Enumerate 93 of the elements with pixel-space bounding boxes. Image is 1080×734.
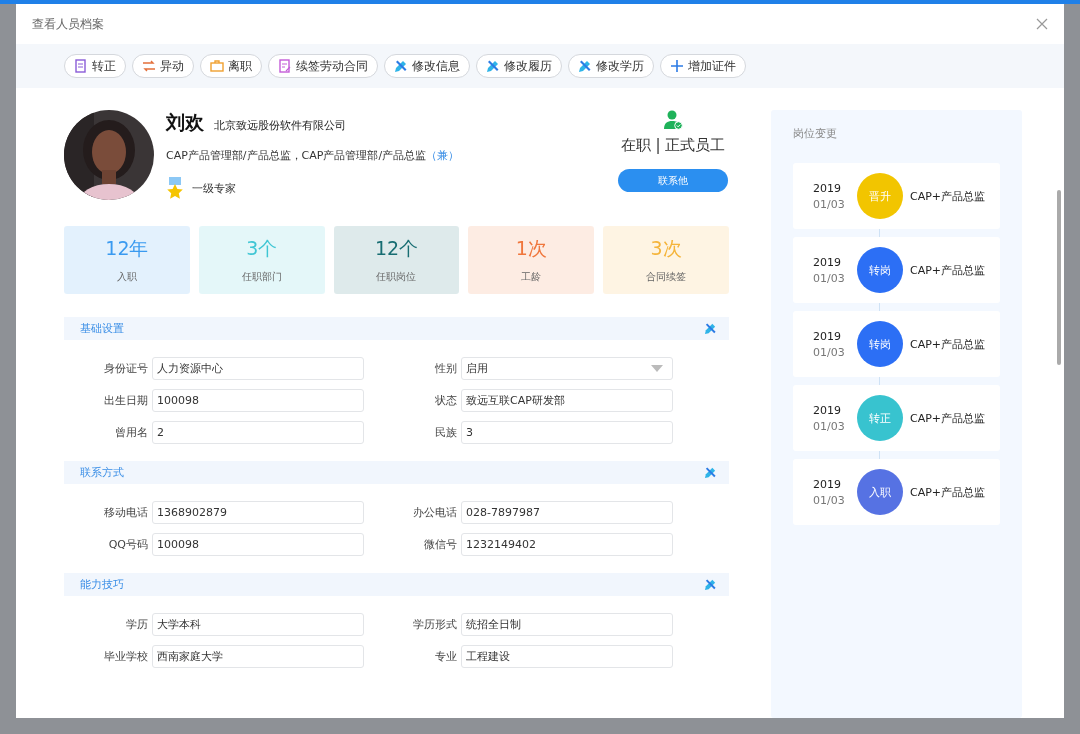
timeline-year: 2019 [813,403,842,417]
scrollbar-thumb[interactable] [1057,190,1061,365]
stat-label: 任职部门 [241,270,282,284]
field-label: 身份证号 [103,361,148,376]
input-field[interactable]: 1368902879 [152,501,364,524]
timeline-date: 01/03 [813,345,846,359]
toolbar-button[interactable]: 增加证件 [660,54,746,78]
stat-value: 1次 [515,236,547,261]
input-field[interactable]: 100098 [152,389,364,412]
toolbar-button[interactable]: 修改履历 [476,54,562,78]
pencil-icon [578,59,592,73]
person-name: 刘欢 [166,110,204,135]
toolbar-button[interactable]: 修改信息 [384,54,470,78]
position-name: CAP+产品总监 [910,188,986,204]
input-field[interactable]: 1232149402 [461,533,673,556]
position-text: CAP产品管理部/产品总监，CAP产品管理部/产品总监 [166,149,427,162]
field-label: 曾用名 [114,425,148,440]
timeline-date: 01/03 [813,271,846,285]
field-label: 微信号 [423,537,457,552]
pencil-icon[interactable] [704,322,717,335]
input-field[interactable]: 致远互联CAP研发部 [461,389,673,412]
event-badge: 入职 [857,469,903,515]
input-field[interactable]: 统招全日制 [461,613,673,636]
event-badge: 转岗 [857,247,903,293]
toolbar-button[interactable]: 异动 [132,54,194,78]
position-name: CAP+产品总监 [910,336,986,352]
toolbar-button[interactable]: 修改学历 [568,54,654,78]
input-field[interactable]: 2 [152,421,364,444]
employment-status: 在职 | 正式员工 [620,136,726,155]
event-badge: 晋升 [857,173,903,219]
field-label: 状态 [434,393,457,408]
stat-value: 3次 [650,236,682,261]
timeline-date: 01/03 [813,197,846,211]
briefcase-icon [210,59,224,73]
timeline-date: 01/03 [813,419,846,433]
pencil-icon [394,59,408,73]
honor-title: 一级专家 [192,180,236,196]
field-label: 学历 [125,617,148,632]
document-icon [278,59,292,73]
field-label: 办公电话 [412,505,457,520]
stat-value: 3个 [246,236,278,261]
window-title: 查看人员档案 [32,15,104,33]
position-name: CAP+产品总监 [910,484,986,500]
stat-label: 入职 [116,270,137,284]
position-name: CAP+产品总监 [910,262,986,278]
pencil-icon[interactable] [704,466,717,479]
field-label: 学历形式 [412,617,457,632]
timeline-year: 2019 [813,255,842,269]
document-icon [74,59,88,73]
panel-title: 岗位变更 [793,126,837,141]
input-field[interactable]: 西南家庭大学 [152,645,364,668]
toolbar-button[interactable]: 离职 [200,54,262,78]
section-title: 能力技巧 [80,577,124,592]
input-field[interactable]: 人力资源中心 [152,357,364,380]
stat-label: 任职岗位 [376,270,417,284]
close-icon[interactable] [1036,18,1048,30]
timeline-date: 01/03 [813,493,846,507]
toolbar-button[interactable]: 转正 [64,54,126,78]
field-label: 民族 [434,425,457,440]
pencil-icon [486,59,500,73]
stat-label: 工龄 [521,270,542,284]
pencil-icon[interactable] [704,578,717,591]
user-check-icon [663,110,683,130]
input-field[interactable]: 大学本科 [152,613,364,636]
field-label: QQ号码 [107,537,148,552]
input-field[interactable]: 3 [461,421,673,444]
input-field[interactable]: 100098 [152,533,364,556]
field-label: 性别 [434,361,457,376]
field-label: 毕业学校 [103,649,148,664]
company-name: 北京致远股份软件有限公司 [214,118,346,133]
medal-icon [166,177,184,199]
stat-value: 12年 [105,236,149,261]
arrows-icon [142,59,156,73]
timeline-year: 2019 [813,181,842,195]
field-label: 移动电话 [103,505,148,520]
section-title: 基础设置 [80,321,124,336]
select-field[interactable]: 启用 [461,357,673,380]
event-badge: 转正 [857,395,903,441]
section-title: 联系方式 [80,465,124,480]
input-field[interactable]: 028-7897987 [461,501,673,524]
event-badge: 转岗 [857,321,903,367]
field-label: 专业 [434,649,457,664]
stat-label: 合同续签 [646,270,687,284]
field-label: 出生日期 [103,393,148,408]
plus-icon [670,59,684,73]
input-field[interactable]: 工程建设 [461,645,673,668]
concurrent-tag: （兼） [426,149,460,162]
timeline-year: 2019 [813,477,842,491]
timeline-year: 2019 [813,329,842,343]
caret-icon [651,365,663,372]
toolbar-button[interactable]: 续签劳动合同 [268,54,378,78]
position-name: CAP+产品总监 [910,410,986,426]
stat-value: 12个 [374,236,419,261]
